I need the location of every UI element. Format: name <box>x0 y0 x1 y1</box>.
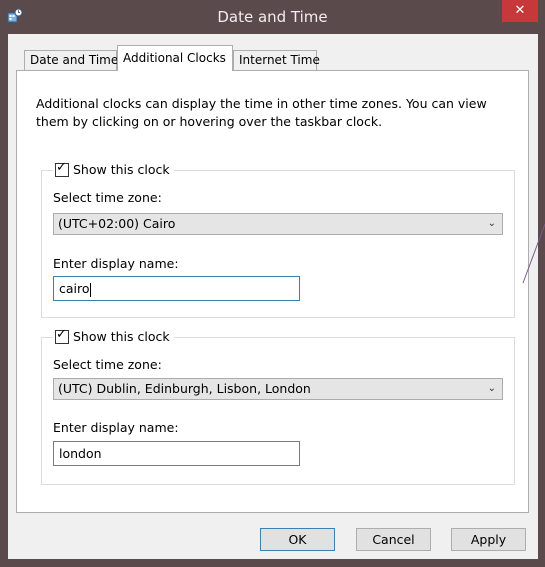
chevron-down-icon: ⌄ <box>487 218 496 229</box>
checkmark-icon: ✓ <box>56 326 67 342</box>
apply-button[interactable]: Apply <box>451 528 526 551</box>
text-caret <box>89 282 91 297</box>
clock-2-display-name-input[interactable]: london <box>53 441 300 466</box>
clock-2-display-name-label: Enter display name: <box>53 420 179 435</box>
clock-2-timezone-label: Select time zone: <box>53 357 162 372</box>
tab-additional-clocks[interactable]: Additional Clocks <box>117 45 233 71</box>
ok-button[interactable]: OK <box>260 528 335 551</box>
checkmark-icon: ✓ <box>56 159 67 175</box>
clock-1-display-name-input[interactable]: cairo <box>53 276 300 301</box>
chevron-down-icon: ⌄ <box>487 383 496 394</box>
title-bar[interactable]: Date and Time ✕ <box>0 0 545 34</box>
clock-2-show-toggle[interactable]: ✓ Show this clock <box>53 326 174 344</box>
tab-date-and-time[interactable]: Date and Time <box>24 50 118 70</box>
date-time-dialog: Date and Time ✕ Date and Time Additional… <box>0 0 545 567</box>
clock-1-show-toggle[interactable]: ✓ Show this clock <box>53 159 174 177</box>
clock-2-checkbox[interactable]: ✓ <box>55 326 69 344</box>
close-icon: ✕ <box>514 3 526 18</box>
cancel-button[interactable]: Cancel <box>356 528 431 551</box>
clock-1-show-label: Show this clock <box>73 162 170 177</box>
clock-1-display-name-value: cairo <box>59 281 90 296</box>
clock-1-display-name-label: Enter display name: <box>53 256 179 271</box>
clock-2-display-name-value: london <box>59 446 102 461</box>
clock-2-timezone-value: (UTC) Dublin, Edinburgh, Lisbon, London <box>58 381 311 396</box>
clock-1-timezone-value: (UTC+02:00) Cairo <box>58 216 176 231</box>
clock-1-checkbox[interactable]: ✓ <box>55 159 69 177</box>
clock-1-timezone-select[interactable]: (UTC+02:00) Cairo ⌄ <box>53 213 503 235</box>
description-text: Additional clocks can display the time i… <box>36 96 487 129</box>
tab-internet-time[interactable]: Internet Time <box>233 50 320 70</box>
clock-2-show-label: Show this clock <box>73 329 170 344</box>
clock-2-timezone-select[interactable]: (UTC) Dublin, Edinburgh, Lisbon, London … <box>53 378 503 400</box>
window-title: Date and Time <box>217 8 328 26</box>
clock-1-timezone-label: Select time zone: <box>53 190 162 205</box>
close-button[interactable]: ✕ <box>502 0 538 22</box>
